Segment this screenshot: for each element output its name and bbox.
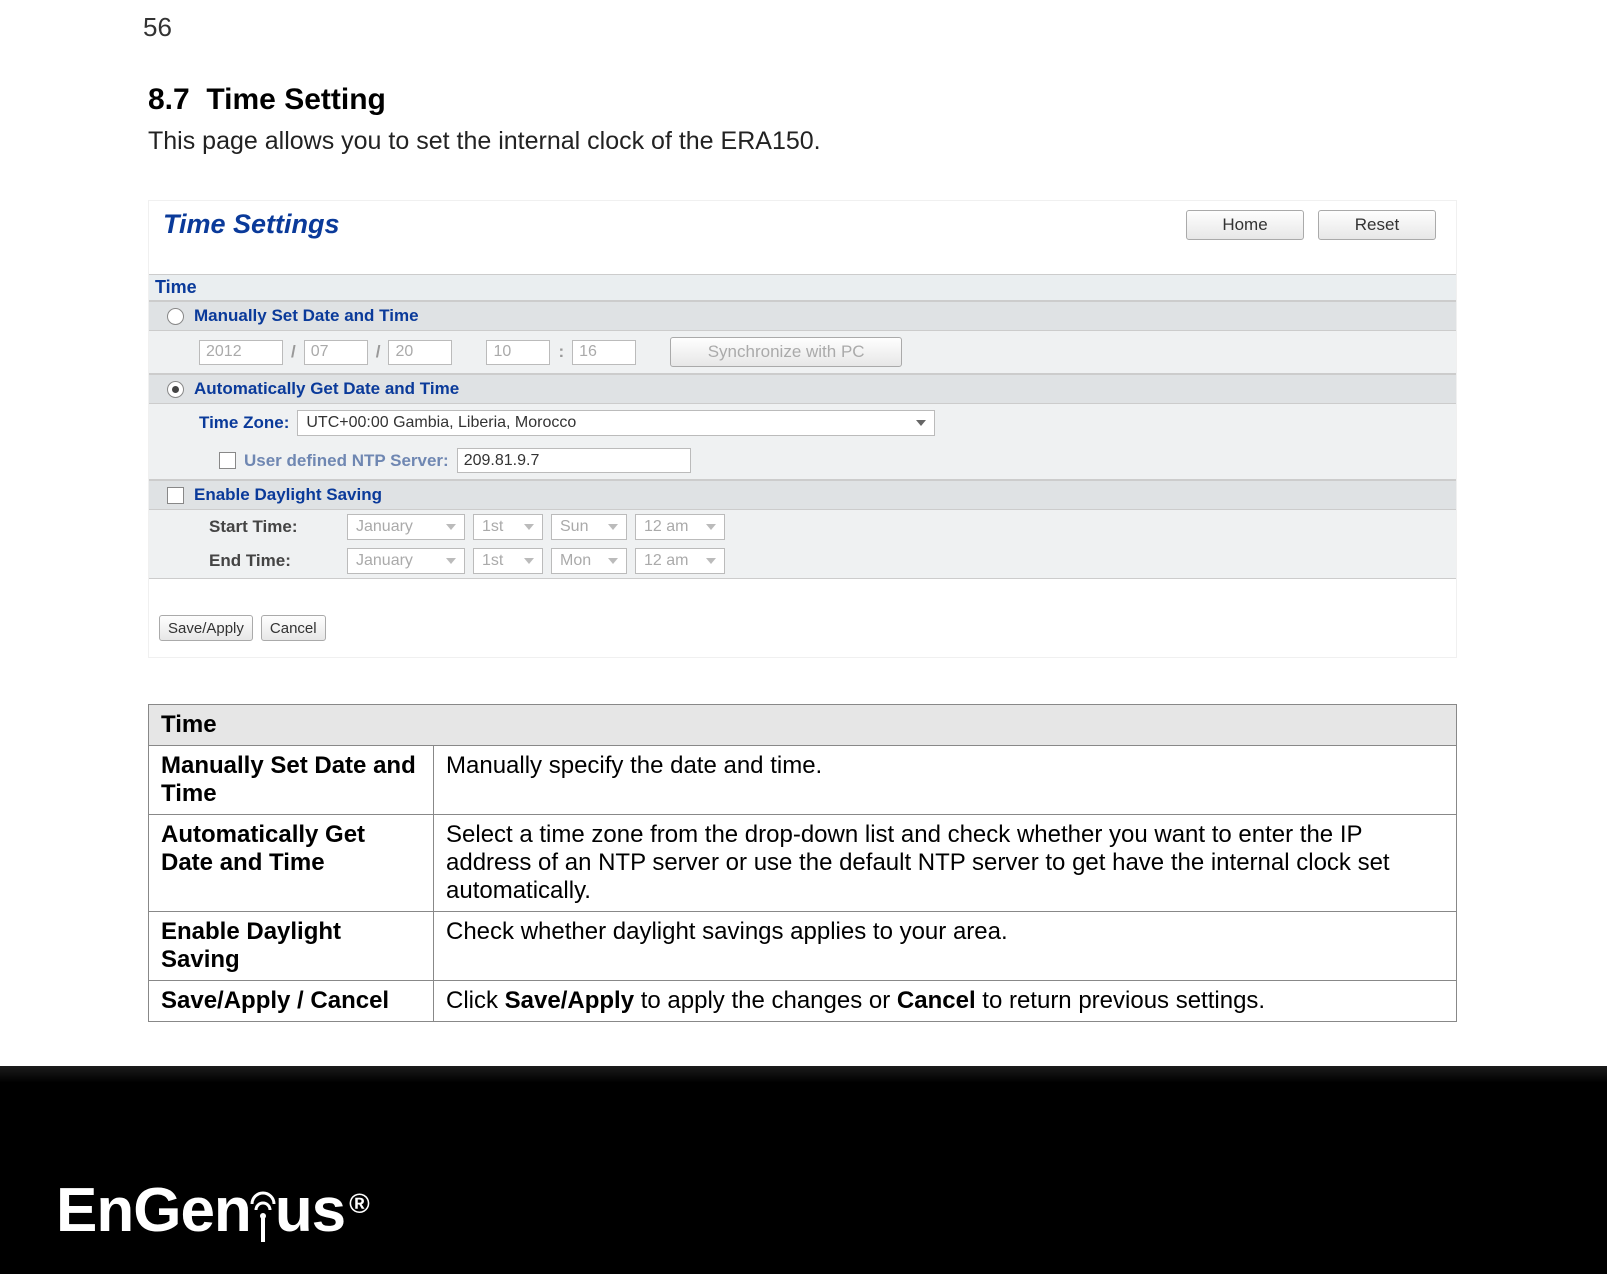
- table-desc: Check whether daylight savings applies t…: [434, 912, 1457, 981]
- daylight-option[interactable]: Enable Daylight Saving: [149, 480, 1456, 510]
- page-number: 56: [0, 0, 1607, 43]
- hour-input[interactable]: 10: [486, 340, 550, 365]
- start-day-select[interactable]: 1st: [473, 514, 543, 540]
- time-section-header: Time: [149, 274, 1456, 301]
- chevron-down-icon: [446, 558, 456, 564]
- table-desc: Manually specify the date and time.: [434, 746, 1457, 815]
- table-row: Save/Apply / Cancel Click Save/Apply to …: [149, 981, 1457, 1022]
- footer: EnGen us®: [0, 1066, 1607, 1274]
- time-sep: :: [558, 342, 564, 362]
- manual-label: Manually Set Date and Time: [194, 306, 419, 326]
- manual-option[interactable]: Manually Set Date and Time: [149, 301, 1456, 331]
- end-hour-value: 12 am: [644, 552, 688, 570]
- sync-pc-button[interactable]: Synchronize with PC: [670, 337, 902, 367]
- text: to apply the changes or: [634, 987, 897, 1014]
- timezone-label: Time Zone:: [199, 413, 289, 433]
- chevron-down-icon: [706, 558, 716, 564]
- minute-input[interactable]: 16: [572, 340, 636, 365]
- end-month-select[interactable]: January: [347, 548, 465, 574]
- wifi-icon: [248, 1182, 278, 1244]
- table-header: Time: [149, 705, 1457, 746]
- start-time-label: Start Time:: [209, 517, 339, 537]
- section-title: 8.7 Time Setting: [148, 83, 1457, 117]
- chevron-down-icon: [524, 524, 534, 530]
- text: to return previous settings.: [976, 987, 1265, 1014]
- settings-screenshot: Time Settings Home Reset Time Manually S…: [148, 200, 1457, 658]
- table-row: Enable Daylight Saving Check whether day…: [149, 912, 1457, 981]
- table-key: Enable Daylight Saving: [149, 912, 434, 981]
- day-input[interactable]: 20: [388, 340, 452, 365]
- daylight-label: Enable Daylight Saving: [194, 485, 382, 505]
- timezone-select[interactable]: UTC+00:00 Gambia, Liberia, Morocco: [297, 410, 935, 436]
- section-intro: This page allows you to set the internal…: [148, 127, 1457, 156]
- date-sep: /: [376, 342, 381, 362]
- panel-title: Time Settings: [157, 209, 340, 240]
- ntp-input[interactable]: 209.81.9.7: [457, 448, 691, 473]
- date-sep: /: [291, 342, 296, 362]
- end-dow-value: Mon: [560, 552, 591, 570]
- table-desc: Click Save/Apply to apply the changes or…: [434, 981, 1457, 1022]
- start-hour-select[interactable]: 12 am: [635, 514, 725, 540]
- end-day-value: 1st: [482, 552, 503, 570]
- end-dow-select[interactable]: Mon: [551, 548, 627, 574]
- start-month-value: January: [356, 518, 413, 536]
- end-month-value: January: [356, 552, 413, 570]
- chevron-down-icon: [524, 558, 534, 564]
- home-button[interactable]: Home: [1186, 210, 1304, 240]
- daylight-checkbox[interactable]: [167, 487, 184, 504]
- year-input[interactable]: 2012: [199, 340, 283, 365]
- chevron-down-icon: [608, 558, 618, 564]
- month-input[interactable]: 07: [304, 340, 368, 365]
- save-apply-button[interactable]: Save/Apply: [159, 615, 253, 641]
- end-day-select[interactable]: 1st: [473, 548, 543, 574]
- auto-label: Automatically Get Date and Time: [194, 379, 459, 399]
- table-key: Manually Set Date and Time: [149, 746, 434, 815]
- chevron-down-icon: [446, 524, 456, 530]
- chevron-down-icon: [608, 524, 618, 530]
- start-dow-value: Sun: [560, 518, 588, 536]
- end-hour-select[interactable]: 12 am: [635, 548, 725, 574]
- table-key: Automatically Get Date and Time: [149, 815, 434, 912]
- table-desc: Select a time zone from the drop-down li…: [434, 815, 1457, 912]
- cancel-button[interactable]: Cancel: [261, 615, 326, 641]
- text: Click: [446, 987, 505, 1014]
- chevron-down-icon: [706, 524, 716, 530]
- end-time-label: End Time:: [209, 551, 339, 571]
- start-hour-value: 12 am: [644, 518, 688, 536]
- start-time-row: Start Time: January 1st Sun 12 am: [149, 510, 1456, 544]
- text-bold: Cancel: [897, 987, 976, 1014]
- table-row: Manually Set Date and Time Manually spec…: [149, 746, 1457, 815]
- start-month-select[interactable]: January: [347, 514, 465, 540]
- engenius-logo: EnGen us®: [56, 1175, 369, 1246]
- start-dow-select[interactable]: Sun: [551, 514, 627, 540]
- auto-option[interactable]: Automatically Get Date and Time: [149, 374, 1456, 404]
- reset-button[interactable]: Reset: [1318, 210, 1436, 240]
- chevron-down-icon: [916, 420, 926, 426]
- text-bold: Save/Apply: [505, 987, 634, 1014]
- start-day-value: 1st: [482, 518, 503, 536]
- section-number: 8.7: [148, 83, 190, 116]
- description-table: Time Manually Set Date and Time Manually…: [148, 704, 1457, 1022]
- end-time-row: End Time: January 1st Mon 12 am: [149, 544, 1456, 578]
- registered-icon: ®: [349, 1188, 369, 1220]
- timezone-value: UTC+00:00 Gambia, Liberia, Morocco: [306, 414, 576, 432]
- ntp-checkbox[interactable]: [219, 452, 236, 469]
- table-key: Save/Apply / Cancel: [149, 981, 434, 1022]
- manual-radio[interactable]: [167, 308, 184, 325]
- section-name: Time Setting: [206, 83, 385, 116]
- ntp-label: User defined NTP Server:: [244, 451, 449, 471]
- auto-radio[interactable]: [167, 381, 184, 398]
- table-row: Automatically Get Date and Time Select a…: [149, 815, 1457, 912]
